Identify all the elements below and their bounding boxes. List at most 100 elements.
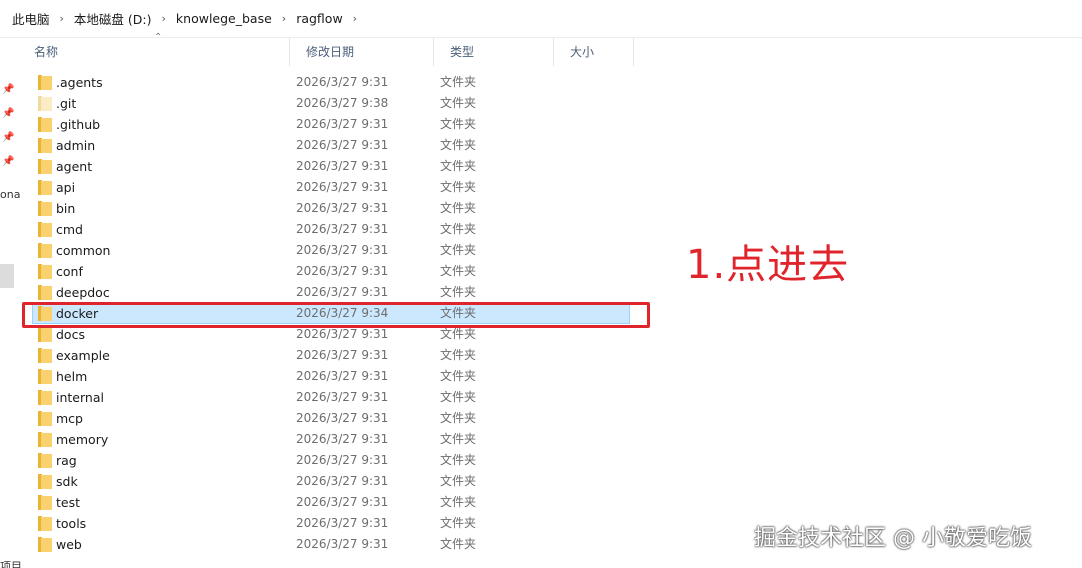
folder-icon xyxy=(38,516,52,531)
file-type: 文件夹 xyxy=(440,285,477,299)
chevron-right-icon[interactable]: › xyxy=(276,12,292,25)
file-name[interactable]: .git xyxy=(56,93,76,114)
breadcrumb-item-ragflow[interactable]: ragflow xyxy=(292,11,346,26)
file-modified-date: 2026/3/27 9:31 xyxy=(296,453,389,467)
file-row[interactable]: helm 2026/3/27 9:31 文件夹 xyxy=(0,366,640,387)
file-modified-date: 2026/3/27 9:31 xyxy=(296,516,389,530)
file-row[interactable]: cmd 2026/3/27 9:31 文件夹 xyxy=(0,219,640,240)
file-type: 文件夹 xyxy=(440,159,477,173)
file-modified-date: 2026/3/27 9:31 xyxy=(296,243,389,257)
folder-icon xyxy=(38,369,52,384)
column-header-size[interactable]: 大小 xyxy=(554,38,634,66)
file-name[interactable]: .github xyxy=(56,114,100,135)
file-modified-date: 2026/3/27 9:31 xyxy=(296,117,389,131)
file-type: 文件夹 xyxy=(440,264,477,278)
folder-icon xyxy=(38,390,52,405)
file-modified-date: 2026/3/27 9:38 xyxy=(296,96,389,110)
chevron-right-icon[interactable]: › xyxy=(156,12,172,25)
file-name[interactable]: test xyxy=(56,492,80,513)
file-row[interactable]: conf 2026/3/27 9:31 文件夹 xyxy=(0,261,640,282)
file-row[interactable]: .git 2026/3/27 9:38 文件夹 xyxy=(0,93,640,114)
file-name[interactable]: web xyxy=(56,534,82,555)
file-name[interactable]: cmd xyxy=(56,219,83,240)
file-type: 文件夹 xyxy=(440,537,477,551)
file-name[interactable]: tools xyxy=(56,513,86,534)
file-name[interactable]: .agents xyxy=(56,72,103,93)
file-name[interactable]: mcp xyxy=(56,408,83,429)
column-header-name[interactable]: 名称 xyxy=(18,38,290,66)
column-header-type[interactable]: 类型 xyxy=(434,38,554,66)
file-row[interactable]: mcp 2026/3/27 9:31 文件夹 xyxy=(0,408,640,429)
file-modified-date: 2026/3/27 9:31 xyxy=(296,285,389,299)
folder-icon xyxy=(38,285,52,300)
file-name[interactable]: bin xyxy=(56,198,75,219)
file-type: 文件夹 xyxy=(440,243,477,257)
file-row[interactable]: sdk 2026/3/27 9:31 文件夹 xyxy=(0,471,640,492)
file-row[interactable]: web 2026/3/27 9:31 文件夹 xyxy=(0,534,640,555)
file-name[interactable]: deepdoc xyxy=(56,282,110,303)
file-row[interactable]: memory 2026/3/27 9:31 文件夹 xyxy=(0,429,640,450)
folder-icon xyxy=(38,411,52,426)
file-name[interactable]: example xyxy=(56,345,110,366)
file-row[interactable]: api 2026/3/27 9:31 文件夹 xyxy=(0,177,640,198)
file-modified-date: 2026/3/27 9:31 xyxy=(296,75,389,89)
file-type: 文件夹 xyxy=(440,75,477,89)
file-type: 文件夹 xyxy=(440,432,477,446)
file-row[interactable]: test 2026/3/27 9:31 文件夹 xyxy=(0,492,640,513)
file-name[interactable]: common xyxy=(56,240,110,261)
folder-icon xyxy=(38,432,52,447)
column-header-bar: ⌃ 名称 修改日期 类型 大小 xyxy=(18,32,638,66)
file-modified-date: 2026/3/27 9:31 xyxy=(296,369,389,383)
file-type: 文件夹 xyxy=(440,138,477,152)
folder-icon xyxy=(38,138,52,153)
folder-icon xyxy=(38,201,52,216)
file-row[interactable]: internal 2026/3/27 9:31 文件夹 xyxy=(0,387,640,408)
annotation-text: 1.点进去 xyxy=(686,242,850,288)
file-row[interactable]: agent 2026/3/27 9:31 文件夹 xyxy=(0,156,640,177)
folder-icon xyxy=(38,117,52,132)
file-name[interactable]: admin xyxy=(56,135,95,156)
folder-icon xyxy=(38,243,52,258)
breadcrumb-item-this-pc[interactable]: 此电脑 xyxy=(8,9,54,28)
file-type: 文件夹 xyxy=(440,453,477,467)
file-row[interactable]: example 2026/3/27 9:31 文件夹 xyxy=(0,345,640,366)
breadcrumb-item-drive-d[interactable]: 本地磁盘 (D:) xyxy=(70,9,156,28)
file-type: 文件夹 xyxy=(440,96,477,110)
chevron-right-icon[interactable]: › xyxy=(54,12,70,25)
file-name[interactable]: sdk xyxy=(56,471,78,492)
file-modified-date: 2026/3/27 9:31 xyxy=(296,159,389,173)
status-bar-item-count: 项目 xyxy=(0,560,22,568)
file-name[interactable]: internal xyxy=(56,387,104,408)
file-type: 文件夹 xyxy=(440,369,477,383)
file-name[interactable]: helm xyxy=(56,366,87,387)
file-type: 文件夹 xyxy=(440,180,477,194)
file-row[interactable]: admin 2026/3/27 9:31 文件夹 xyxy=(0,135,640,156)
file-modified-date: 2026/3/27 9:31 xyxy=(296,348,389,362)
file-row[interactable]: deepdoc 2026/3/27 9:31 文件夹 xyxy=(0,282,640,303)
file-row[interactable]: common 2026/3/27 9:31 文件夹 xyxy=(0,240,640,261)
highlight-box xyxy=(22,302,650,328)
column-header-modified[interactable]: 修改日期 xyxy=(290,38,434,66)
file-modified-date: 2026/3/27 9:31 xyxy=(296,537,389,551)
file-name[interactable]: api xyxy=(56,177,75,198)
file-name[interactable]: agent xyxy=(56,156,92,177)
folder-icon xyxy=(38,159,52,174)
file-modified-date: 2026/3/27 9:31 xyxy=(296,390,389,404)
file-name[interactable]: conf xyxy=(56,261,83,282)
file-type: 文件夹 xyxy=(440,348,477,362)
folder-icon xyxy=(38,474,52,489)
breadcrumb-item-knowlege-base[interactable]: knowlege_base xyxy=(172,11,276,26)
file-name[interactable]: memory xyxy=(56,429,108,450)
folder-icon xyxy=(38,96,52,111)
file-row[interactable]: .github 2026/3/27 9:31 文件夹 xyxy=(0,114,640,135)
file-row[interactable]: tools 2026/3/27 9:31 文件夹 xyxy=(0,513,640,534)
folder-icon xyxy=(38,180,52,195)
file-name[interactable]: rag xyxy=(56,450,77,471)
file-row[interactable]: rag 2026/3/27 9:31 文件夹 xyxy=(0,450,640,471)
folder-icon xyxy=(38,264,52,279)
chevron-right-icon[interactable]: › xyxy=(347,12,363,25)
file-row[interactable]: bin 2026/3/27 9:31 文件夹 xyxy=(0,198,640,219)
file-modified-date: 2026/3/27 9:31 xyxy=(296,138,389,152)
watermark: 掘金技术社区 @ 小敬爱吃饭 xyxy=(754,526,1032,551)
file-row[interactable]: .agents 2026/3/27 9:31 文件夹 xyxy=(0,72,640,93)
